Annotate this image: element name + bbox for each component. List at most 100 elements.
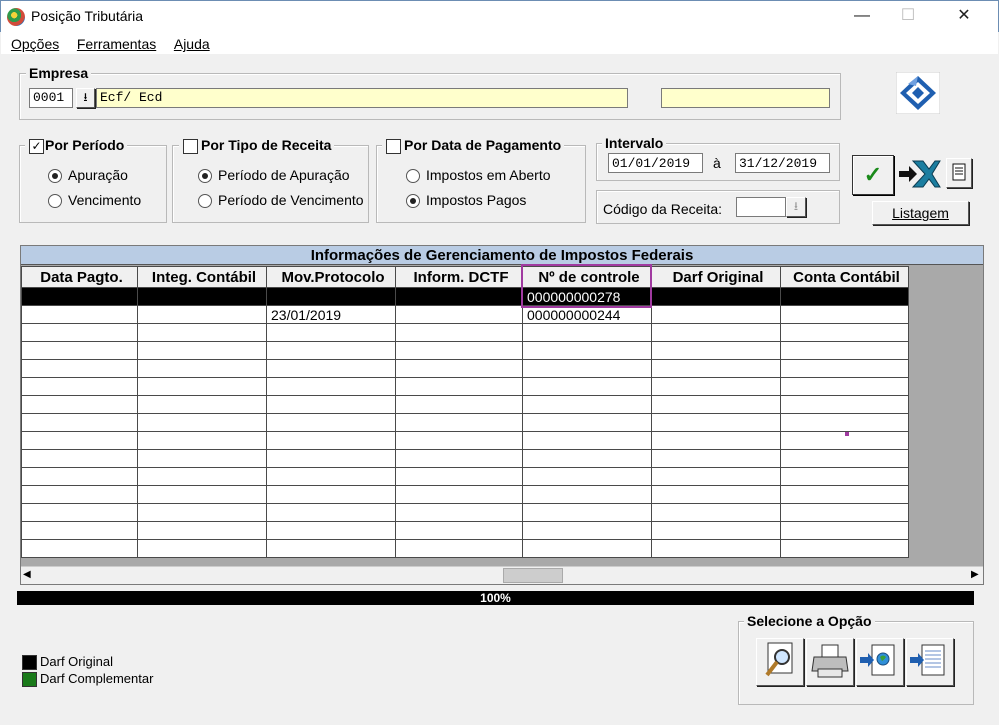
table-cell[interactable] — [780, 395, 909, 414]
table-cell[interactable] — [266, 539, 396, 558]
column-header[interactable]: Mov.Protocolo — [266, 266, 396, 288]
table-cell[interactable] — [266, 413, 396, 432]
table-cell[interactable] — [780, 485, 909, 504]
table-cell[interactable] — [395, 485, 523, 504]
table-cell[interactable] — [780, 539, 909, 558]
table-cell[interactable] — [137, 341, 267, 360]
table-row[interactable] — [21, 359, 909, 378]
download-arrow-icon[interactable]: ⭳ — [76, 88, 95, 108]
table-cell[interactable] — [780, 287, 909, 306]
export-file-button[interactable] — [906, 638, 954, 686]
date-from-field[interactable]: 01/01/2019 — [608, 153, 703, 173]
por-tipo-checkbox[interactable] — [183, 139, 198, 154]
table-cell[interactable] — [137, 359, 267, 378]
table-cell[interactable] — [395, 395, 523, 414]
scroll-thumb[interactable] — [503, 568, 563, 583]
menu-opcoes[interactable]: Opções — [11, 32, 59, 52]
table-cell[interactable] — [21, 539, 138, 558]
table-cell[interactable] — [395, 305, 523, 324]
table-cell[interactable] — [651, 341, 781, 360]
table-cell[interactable] — [395, 359, 523, 378]
table-cell[interactable] — [266, 449, 396, 468]
apuracao-radio[interactable] — [48, 169, 62, 183]
menu-ferramentas[interactable]: Ferramentas — [77, 32, 156, 52]
export-web-button[interactable] — [856, 638, 904, 686]
table-cell[interactable] — [395, 449, 523, 468]
table-row[interactable] — [21, 449, 909, 468]
table-cell[interactable] — [137, 521, 267, 540]
table-cell[interactable] — [780, 413, 909, 432]
column-header[interactable]: Inform. DCTF — [395, 266, 523, 288]
scroll-right-icon[interactable]: ▶ — [971, 569, 979, 580]
table-cell[interactable] — [266, 485, 396, 504]
table-cell[interactable] — [21, 359, 138, 378]
table-row[interactable] — [21, 413, 909, 432]
table-cell[interactable] — [21, 503, 138, 522]
table-cell[interactable] — [137, 485, 267, 504]
minimize-button[interactable]: — — [839, 1, 885, 33]
confirm-button[interactable]: ✓ — [852, 155, 894, 195]
table-row[interactable] — [21, 431, 909, 450]
table-cell[interactable] — [651, 323, 781, 342]
table-cell[interactable] — [137, 377, 267, 396]
table-cell[interactable] — [651, 485, 781, 504]
table-cell[interactable] — [651, 287, 781, 306]
table-cell[interactable] — [21, 449, 138, 468]
table-cell[interactable] — [651, 539, 781, 558]
table-cell[interactable] — [522, 485, 652, 504]
table-cell[interactable] — [266, 521, 396, 540]
table-cell[interactable] — [395, 413, 523, 432]
table-row[interactable] — [21, 485, 909, 504]
table-cell[interactable] — [522, 395, 652, 414]
table-cell[interactable] — [21, 323, 138, 342]
table-cell[interactable] — [21, 305, 138, 324]
table-cell[interactable] — [137, 287, 267, 306]
table-cell[interactable] — [395, 341, 523, 360]
table-cell[interactable] — [266, 431, 396, 450]
table-cell[interactable] — [522, 539, 652, 558]
table-cell[interactable] — [522, 377, 652, 396]
table-cell[interactable] — [266, 323, 396, 342]
table-cell[interactable] — [21, 485, 138, 504]
table-cell[interactable] — [266, 467, 396, 486]
maximize-button[interactable]: ☐ — [885, 1, 931, 33]
table-cell[interactable] — [522, 467, 652, 486]
print-button[interactable] — [806, 638, 854, 686]
table-cell[interactable] — [137, 305, 267, 324]
table-cell[interactable] — [780, 377, 909, 396]
table-cell[interactable] — [137, 467, 267, 486]
vencimento-radio[interactable] — [48, 194, 62, 208]
table-cell[interactable] — [651, 395, 781, 414]
table-cell[interactable] — [266, 359, 396, 378]
table-row[interactable]: 23/01/2019 000000000244 — [21, 305, 909, 324]
table-cell[interactable] — [780, 305, 909, 324]
table-cell[interactable] — [266, 287, 396, 306]
table-cell[interactable] — [522, 431, 652, 450]
empresa-code-field[interactable]: 0001 — [29, 88, 73, 108]
table-cell[interactable] — [651, 413, 781, 432]
table-row[interactable] — [21, 341, 909, 360]
table-cell[interactable] — [395, 467, 523, 486]
table-row[interactable] — [21, 377, 909, 396]
table-cell[interactable] — [651, 521, 781, 540]
table-cell[interactable] — [780, 467, 909, 486]
table-cell[interactable] — [651, 431, 781, 450]
export-excel-button[interactable] — [897, 157, 941, 191]
table-cell[interactable] — [395, 521, 523, 540]
table-cell[interactable] — [21, 521, 138, 540]
column-header[interactable]: Darf Original — [651, 266, 781, 288]
empresa-extra-field[interactable] — [661, 88, 830, 108]
table-cell[interactable] — [21, 341, 138, 360]
table-cell[interactable]: 23/01/2019 — [266, 305, 396, 324]
por-periodo-checkbox[interactable]: ✓ — [29, 139, 44, 154]
table-cell[interactable] — [21, 377, 138, 396]
impostos-pagos-radio[interactable] — [406, 194, 420, 208]
empresa-name-field[interactable]: Ecf/ Ecd — [96, 88, 628, 108]
table-cell[interactable] — [137, 413, 267, 432]
table-cell[interactable] — [266, 395, 396, 414]
impostos-aberto-radio[interactable] — [406, 169, 420, 183]
table-cell[interactable] — [395, 503, 523, 522]
table-row[interactable] — [21, 503, 909, 522]
table-cell[interactable] — [21, 287, 138, 306]
table-cell[interactable] — [780, 359, 909, 378]
